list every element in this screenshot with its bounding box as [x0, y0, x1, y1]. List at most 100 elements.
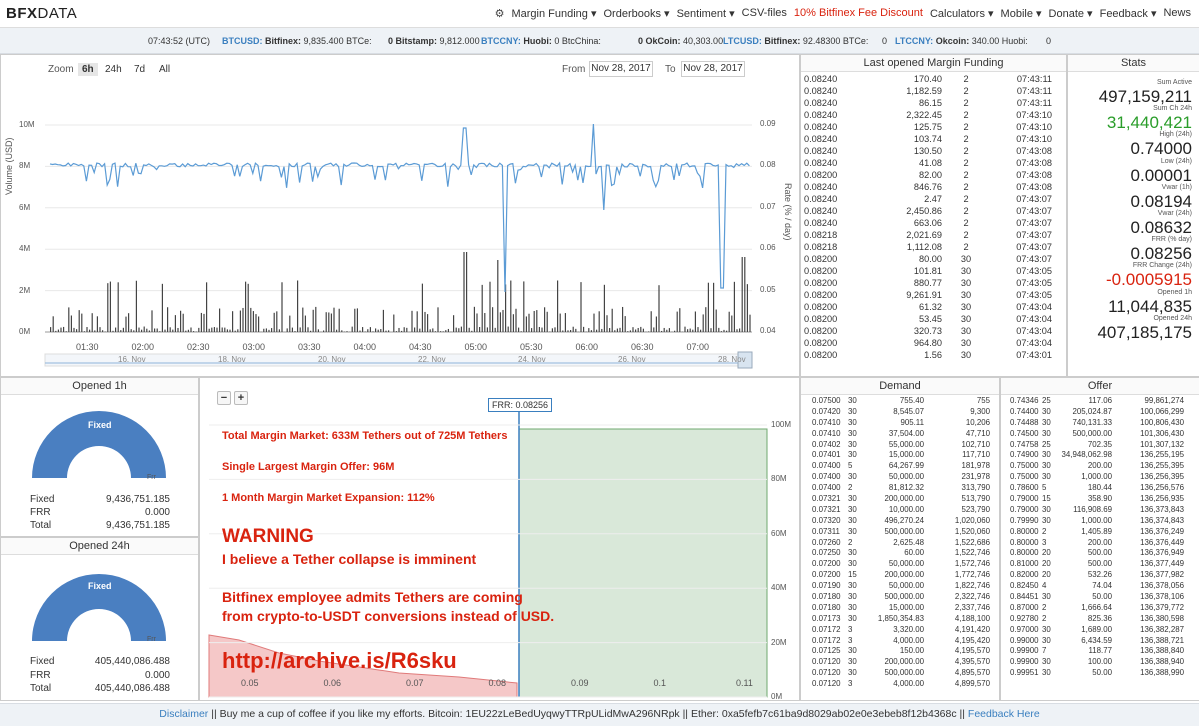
table-cell: 50,000.00	[862, 472, 924, 483]
table-cell: 30	[848, 472, 862, 483]
nav-csv-files[interactable]: CSV-files	[742, 7, 787, 20]
zoom-24h-button[interactable]: 24h	[101, 63, 126, 76]
to-label: To	[665, 64, 676, 75]
zoom-7d-button[interactable]: 7d	[130, 63, 149, 76]
depth-y-tick: 40M	[771, 583, 787, 592]
table-cell: 30	[848, 646, 862, 657]
feedback-link[interactable]: Feedback Here	[968, 708, 1040, 720]
table-row: 0.074103037,504.0047,710	[812, 429, 996, 440]
x-tick: 03:30	[298, 342, 321, 352]
volume-rate-chart	[0, 80, 798, 375]
nav-news[interactable]: News	[1163, 7, 1191, 20]
table-cell: 100,066,299	[1112, 407, 1184, 418]
table-row: 0.07400281,812.32313,790	[812, 483, 996, 494]
opened-1h-frr-value: 0.000	[145, 507, 170, 518]
table-cell: 4,195,420	[924, 636, 990, 647]
offer-title: Offer	[1001, 378, 1199, 395]
overlay-total-market: Total Margin Market: 633M Tethers out of…	[222, 430, 507, 442]
table-cell: 496,270.24	[862, 516, 924, 527]
table-cell: 41.08	[860, 157, 942, 169]
overlay-expansion: 1 Month Margin Market Expansion: 112%	[222, 492, 435, 504]
table-cell: 0.08200	[804, 253, 860, 265]
table-cell: 136,388,990	[1112, 668, 1184, 679]
table-cell: 7	[1042, 646, 1054, 657]
y-left-tick: 10M	[19, 120, 35, 129]
x-tick: 05:30	[520, 342, 543, 352]
nav-fee-discount[interactable]: 10% Bitfinex Fee Discount	[794, 7, 923, 20]
table-cell: 10,000.00	[862, 505, 924, 516]
table-cell: 07:43:11	[990, 85, 1052, 97]
disclaimer-link[interactable]: Disclaimer	[159, 708, 208, 720]
table-row: 0.97000301,689.00136,382,287	[1010, 625, 1196, 636]
table-cell: 702.35	[1054, 440, 1112, 451]
table-cell: 136,376,449	[1112, 538, 1184, 549]
table-cell: 0.97000	[1010, 625, 1042, 636]
y-right-axis-label: Rate (% / day)	[783, 183, 793, 241]
table-cell: 64,267.99	[862, 461, 924, 472]
stat-value: 0.08632	[1131, 218, 1192, 238]
table-cell: 0.75000	[1010, 472, 1042, 483]
from-date-input[interactable]: Nov 28, 2017	[589, 61, 653, 77]
last-opened-title: Last opened Margin Funding	[801, 55, 1066, 72]
opened-1h-gauge-label: Fixed	[88, 420, 112, 430]
nav-mobile[interactable]: Mobile ▾	[1001, 7, 1042, 20]
table-cell: 15	[1042, 494, 1054, 505]
table-row: 0.79990301,000.00136,374,843	[1010, 516, 1196, 527]
table-row: 0.0741030905.1110,206	[812, 418, 996, 429]
table-cell: 2	[942, 109, 990, 121]
table-cell: 0.78600	[1010, 483, 1042, 494]
table-cell: 47,710	[924, 429, 990, 440]
price-ticker: 07:43:52 (UTC) BTCUSD: Bitfinex: 9,835.4…	[0, 28, 1199, 54]
footer-text: || Buy me a cup of coffee if you like my…	[208, 708, 968, 720]
table-cell: 0.99900	[1010, 646, 1042, 657]
table-cell: 0.08200	[804, 277, 860, 289]
table-cell: 2	[942, 205, 990, 217]
nav-feedback[interactable]: Feedback ▾	[1100, 7, 1157, 20]
table-row: 0.074023055,000.00102,710	[812, 440, 996, 451]
table-cell: 30	[1042, 472, 1054, 483]
table-cell: 0.07180	[812, 603, 848, 614]
overlay-admits-1: Bitfinex employee admits Tethers are com…	[222, 589, 523, 605]
table-row: 0.8000020500.00136,376,949	[1010, 548, 1196, 559]
table-cell: 0.07200	[812, 570, 848, 581]
nav-tick: 20. Nov	[318, 355, 346, 364]
table-cell: 0.07311	[812, 527, 848, 538]
opened-1h-total-label: Total	[30, 520, 51, 531]
overlay-warning: WARNING	[222, 526, 314, 548]
zoom-all-button[interactable]: All	[155, 63, 174, 76]
table-cell: 0.08200	[804, 289, 860, 301]
table-cell: 0.08240	[804, 73, 860, 85]
depth-zoom-in-button[interactable]: +	[234, 391, 248, 405]
depth-zoom-out-button[interactable]: −	[217, 391, 231, 405]
table-row: 0.800003200.00136,376,449	[1010, 538, 1196, 549]
to-date-input[interactable]: Nov 28, 2017	[681, 61, 745, 77]
table-cell: 30	[942, 253, 990, 265]
table-row: 0.8200020532.26136,377,982	[1010, 570, 1196, 581]
table-cell: 2	[1042, 614, 1054, 625]
x-tick: 02:30	[187, 342, 210, 352]
nav-calculators[interactable]: Calculators ▾	[930, 7, 994, 20]
table-cell: 180.44	[1054, 483, 1112, 494]
table-cell: 136,378,056	[1112, 581, 1184, 592]
depth-x-tick: 0.11	[736, 678, 753, 688]
opened-24h-fixed-value: 405,440,086.488	[95, 656, 170, 667]
table-row: 0.07400564,267.99181,978	[812, 461, 996, 472]
overlay-archive-link[interactable]: http://archive.is/R6sku	[222, 648, 457, 674]
nav-orderbooks[interactable]: Orderbooks ▾	[604, 7, 670, 20]
table-cell: 231,978	[924, 472, 990, 483]
table-cell: 5	[848, 461, 862, 472]
table-row: 0.0750030755.40755	[812, 396, 996, 407]
brand-logo[interactable]: BFXDATA	[6, 5, 77, 22]
nav-donate[interactable]: Donate ▾	[1049, 7, 1093, 20]
table-cell: 2,322.45	[860, 109, 942, 121]
table-cell: 07:43:07	[990, 253, 1052, 265]
frr-label: FRR: 0.08256	[488, 398, 552, 412]
nav-tick: 24. Nov	[518, 355, 546, 364]
zoom-6h-button[interactable]: 6h	[78, 63, 98, 76]
nav-sentiment[interactable]: Sentiment ▾	[677, 7, 735, 20]
table-cell: 99,861,274	[1112, 396, 1184, 407]
x-tick: 05:00	[465, 342, 488, 352]
table-cell: 905.11	[862, 418, 924, 429]
table-cell: 2,322,746	[924, 592, 990, 603]
nav-margin-funding[interactable]: Margin Funding ▾	[511, 7, 596, 20]
